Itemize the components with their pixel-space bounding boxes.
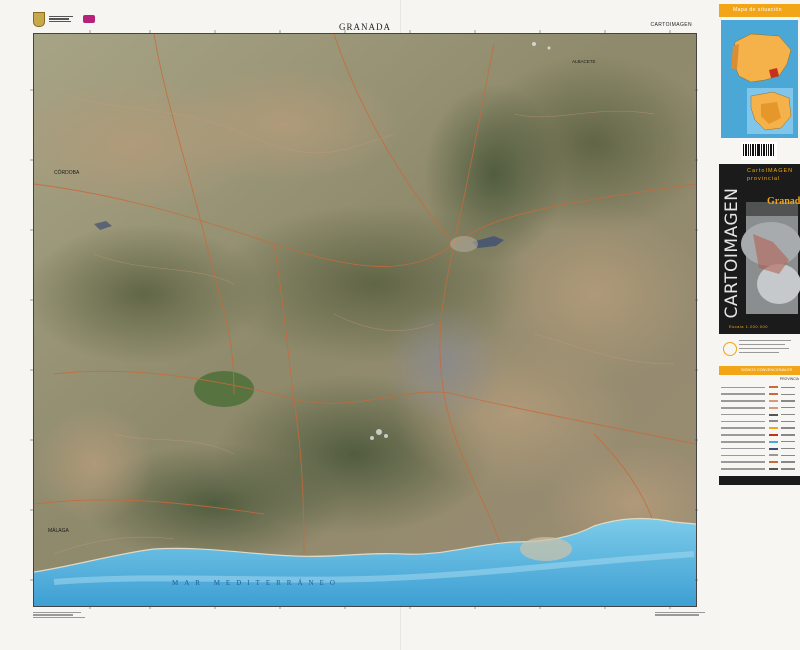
legend-row xyxy=(721,452,798,459)
ministry-crest xyxy=(33,10,103,28)
cover-scale: Escala 1:200.000 xyxy=(729,324,768,329)
footnote-left xyxy=(33,611,93,619)
coat-of-arms-icon xyxy=(33,11,45,27)
legend-row xyxy=(721,466,798,473)
map-title: GRANADA xyxy=(339,22,391,32)
satellite-imagery: CÓRDOBA MÁLAGA ALBACETE MAR MEDITERRÁNEO xyxy=(34,34,696,606)
notes-block xyxy=(723,338,797,360)
place-label-malaga: MÁLAGA xyxy=(48,527,70,534)
legend xyxy=(721,384,798,472)
location-map-header: Mapa de situación xyxy=(719,4,800,17)
legend-subheader: PROVINCIA xyxy=(779,377,799,381)
legend-row xyxy=(721,384,798,391)
cover-brand: CARTOIMAGEN xyxy=(722,178,742,328)
location-map xyxy=(721,20,798,138)
cover-subtitle: provincial xyxy=(747,176,781,182)
place-label-albacete: ALBACETE xyxy=(572,59,596,64)
legend-row xyxy=(721,391,798,398)
barcode xyxy=(741,142,777,160)
cover-panel: Mapa de situación CartoIMAGEN provincial… xyxy=(719,0,800,650)
legend-row xyxy=(721,432,798,439)
legend-row xyxy=(721,438,798,445)
footnote-right xyxy=(655,611,715,617)
legend-row xyxy=(721,445,798,452)
sea-label: MAR MEDITERRÁNEO xyxy=(172,579,341,587)
place-label-cordoba: CÓRDOBA xyxy=(54,169,80,176)
ministry-text xyxy=(49,15,79,24)
cover-province: Granada xyxy=(767,196,800,207)
location-map-graphic xyxy=(721,20,798,138)
legend-row xyxy=(721,425,798,432)
satellite-map[interactable]: CÓRDOBA MÁLAGA ALBACETE MAR MEDITERRÁNEO xyxy=(33,33,697,607)
legend-row xyxy=(721,398,798,405)
legend-row xyxy=(721,411,798,418)
series-label: CARTOIMAGEN xyxy=(650,22,692,28)
legend-row xyxy=(721,404,798,411)
legend-row xyxy=(721,418,798,425)
panel-footer-band xyxy=(719,476,800,485)
city-area xyxy=(520,537,572,561)
legend-header: SIGNOS CONVENCIONALES xyxy=(719,366,800,375)
ign-logo-icon xyxy=(83,15,95,23)
cover-brand-text: CARTOIMAGEN xyxy=(722,187,742,319)
legend-row xyxy=(721,459,798,466)
cover-title: CartoIMAGEN xyxy=(747,168,794,174)
